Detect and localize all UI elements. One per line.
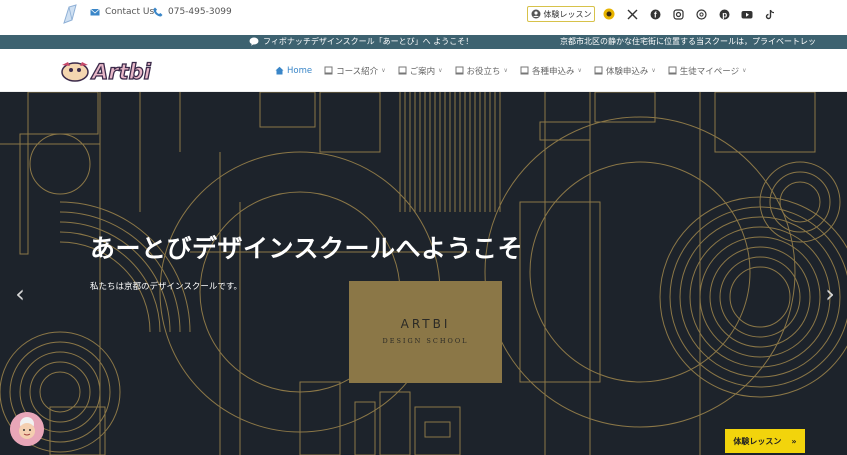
artbi-logo[interactable]: Artbi	[60, 56, 164, 84]
nav-item-label: お役立ち	[466, 66, 501, 77]
nav-item-0[interactable]: Home	[275, 66, 312, 76]
chat-avatar[interactable]	[10, 412, 44, 446]
nav-item-label: 体験申込み	[605, 66, 649, 77]
chevron-down-icon: ∨	[503, 67, 508, 74]
nav-item-label: コース紹介	[336, 66, 379, 77]
chevron-down-icon: ∨	[651, 67, 656, 74]
nav-item-3[interactable]: お役立ち ∨	[455, 65, 508, 77]
pinterest-icon[interactable]: p	[717, 7, 731, 21]
sunflower-icon[interactable]	[602, 7, 616, 21]
menu-book-icon	[594, 66, 603, 75]
trial-lesson-label: 体験レッスン	[543, 9, 592, 19]
contact-link[interactable]: Contact Us	[90, 7, 154, 17]
card-title: ARTBI	[400, 317, 451, 331]
menu-book-icon	[455, 66, 464, 75]
double-chevron-right-icon: »	[791, 436, 797, 446]
slider-next-arrow[interactable]: ›	[820, 280, 840, 308]
nav-item-1[interactable]: コース紹介 ∨	[324, 65, 386, 77]
tiktok-icon[interactable]	[763, 7, 777, 21]
ticker-item-1: フィボナッチデザインスクール「あーとび」へ ようこそ！	[249, 36, 473, 47]
envelope-icon	[90, 8, 100, 16]
threads-icon[interactable]	[694, 7, 708, 21]
hero-subtitle: 私たちは京都のデザインスクールです。	[90, 282, 242, 292]
x-icon[interactable]	[625, 7, 639, 21]
svg-text:f: f	[654, 10, 657, 19]
nav-menu: Home コース紹介 ∨ ご案内 ∨ お役立ち ∨ 各種申込み ∨ 体験申込み ∨ 生徒マイページ ∨	[275, 49, 759, 92]
site-mark-icon[interactable]	[60, 3, 80, 25]
nav-item-4[interactable]: 各種申込み ∨	[520, 65, 582, 77]
grandma-face-icon	[10, 412, 44, 446]
geometric-background	[0, 92, 847, 455]
contact-label: Contact Us	[105, 7, 155, 17]
nav-item-label: Home	[287, 65, 313, 76]
instagram-icon[interactable]	[671, 7, 685, 21]
speech-bubble-icon	[249, 37, 259, 46]
facebook-icon[interactable]: f	[648, 7, 662, 21]
ticker-text-1: フィボナッチデザインスクール「あーとび」へ ようこそ！	[263, 37, 474, 46]
nav-item-label: 生徒マイページ	[679, 66, 740, 77]
chevron-down-icon: ∨	[438, 67, 443, 74]
menu-book-icon	[398, 66, 407, 75]
main-navigation: Artbi Home コース紹介 ∨ ご案内 ∨ お役立ち ∨ 各種申込み ∨ 体験申込み ∨ 生徒マ…	[0, 49, 847, 92]
page: Contact Us 075-495-3099 体験レッスン f p フィボナッ…	[0, 0, 847, 455]
hero-slider: あーとびデザインスクールへようこそ 私たちは京都のデザインスクールです。 ART…	[0, 92, 847, 455]
chevron-down-icon: ∨	[381, 67, 386, 74]
hero-title: あーとびデザインスクールへようこそ	[90, 234, 524, 263]
svg-text:p: p	[722, 10, 727, 19]
menu-book-icon	[520, 66, 529, 75]
menu-book-icon	[668, 66, 677, 75]
nav-item-label: ご案内	[409, 66, 436, 77]
menu-book-icon	[324, 66, 333, 75]
ticker-text-2: 京都市北区の静かな住宅街に位置する当スクールは，プライベートレッ	[560, 37, 816, 46]
chevron-down-icon: ∨	[742, 67, 747, 74]
phone-icon	[153, 7, 163, 17]
top-bar: Contact Us 075-495-3099 体験レッスン f p	[0, 0, 847, 34]
card-subtitle: DESIGN SCHOOL	[382, 337, 469, 345]
trial-lesson-button[interactable]: 体験レッスン	[527, 6, 595, 22]
user-circle-icon	[531, 9, 540, 19]
nav-item-2[interactable]: ご案内 ∨	[398, 65, 443, 77]
nav-item-6[interactable]: 生徒マイページ ∨	[668, 65, 747, 77]
social-links: f p	[602, 7, 777, 21]
artbi-design-school-card: ARTBI DESIGN SCHOOL	[349, 281, 502, 383]
floating-trial-label: 体験レッスン	[733, 436, 782, 446]
home-icon	[275, 66, 284, 75]
nav-item-label: 各種申込み	[531, 66, 575, 77]
phone-link[interactable]: 075-495-3099	[153, 7, 232, 17]
chevron-down-icon: ∨	[577, 67, 582, 74]
nav-item-5[interactable]: 体験申込み ∨	[594, 65, 656, 77]
floating-trial-lesson-button[interactable]: 体験レッスン »	[725, 429, 805, 453]
brand-wordmark: Artbi	[90, 60, 152, 84]
youtube-icon[interactable]	[740, 7, 754, 21]
phone-number: 075-495-3099	[168, 7, 232, 17]
slider-prev-arrow[interactable]: ‹	[10, 280, 30, 308]
announcement-ticker: フィボナッチデザインスクール「あーとび」へ ようこそ！ 京都市北区の静かな住宅街…	[0, 35, 847, 49]
